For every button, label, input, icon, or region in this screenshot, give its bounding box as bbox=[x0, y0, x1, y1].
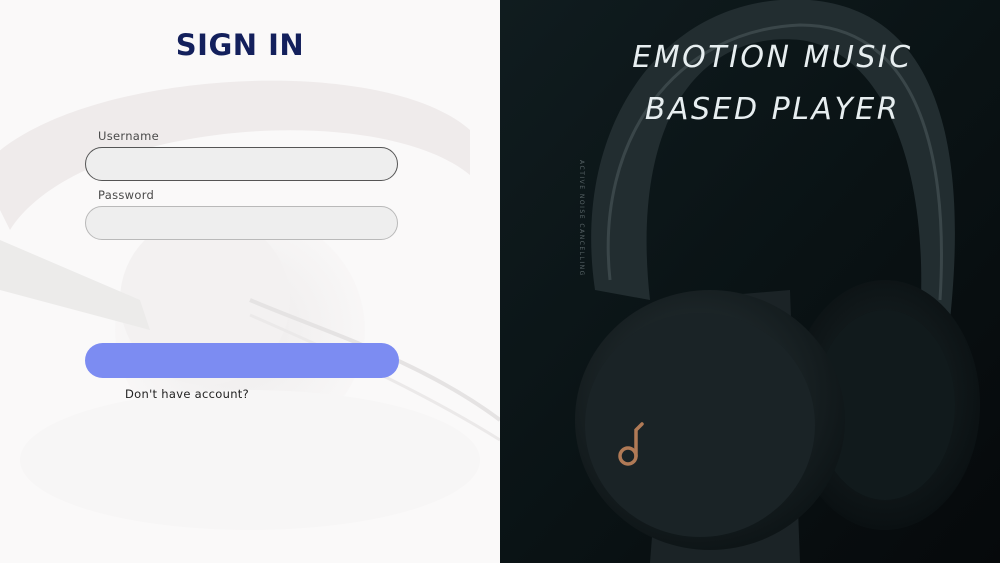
side-printed-text: ACTIVE NOISE CANCELLING bbox=[578, 160, 585, 277]
hero-panel: ACTIVE NOISE CANCELLING EMOTION MUSIC BA… bbox=[500, 0, 1000, 563]
page-title: SIGN IN bbox=[175, 28, 305, 62]
headphones-image: ACTIVE NOISE CANCELLING bbox=[500, 0, 1000, 563]
login-screen: SIGN IN Username Password Don't have acc… bbox=[0, 0, 1000, 563]
hero-headline-line-1: EMOTION MUSIC bbox=[632, 40, 913, 75]
hero-headline-line-2: BASED PLAYER bbox=[644, 92, 901, 127]
signup-link[interactable]: Don't have account? bbox=[125, 387, 249, 401]
sign-in-button[interactable] bbox=[85, 343, 399, 378]
username-label: Username bbox=[98, 129, 160, 143]
password-label: Password bbox=[98, 188, 155, 202]
faded-headphones-background bbox=[0, 0, 500, 563]
username-input[interactable] bbox=[85, 147, 398, 181]
password-input[interactable] bbox=[85, 206, 398, 240]
sign-in-panel: SIGN IN Username Password Don't have acc… bbox=[0, 0, 500, 563]
